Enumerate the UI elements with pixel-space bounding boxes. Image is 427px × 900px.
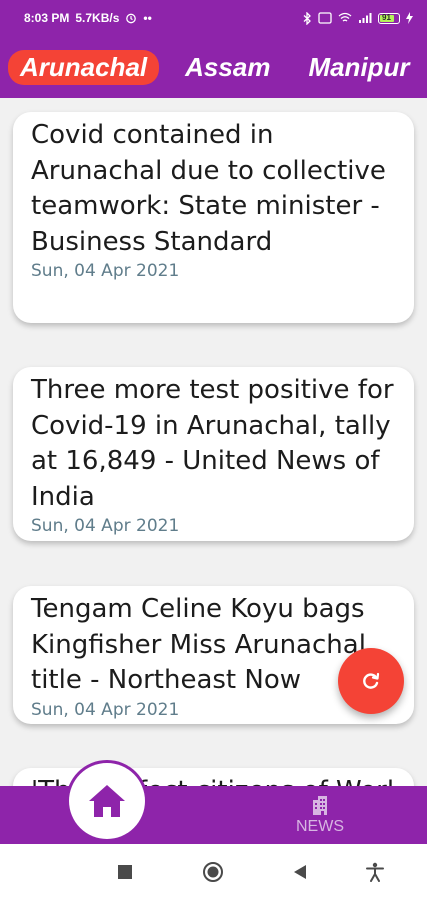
charging-icon bbox=[406, 12, 413, 24]
battery-icon: 91 bbox=[378, 12, 400, 24]
signal-icon bbox=[359, 13, 372, 23]
tab-arunachal[interactable]: Arunachal bbox=[8, 49, 160, 85]
status-speed: 5.7KB/s bbox=[75, 11, 120, 25]
circle-icon bbox=[203, 862, 223, 882]
tab-manipur[interactable]: Manipur bbox=[296, 50, 421, 85]
back-button[interactable] bbox=[288, 860, 312, 884]
building-icon bbox=[313, 796, 327, 815]
more-dots-icon: •• bbox=[143, 11, 152, 25]
news-card[interactable]: Covid contained in Arunachal due to coll… bbox=[13, 112, 414, 323]
system-nav-bar bbox=[0, 844, 427, 900]
bluetooth-icon bbox=[303, 11, 311, 25]
back-triangle-icon bbox=[294, 865, 306, 879]
bottom-nav bbox=[0, 786, 427, 844]
accessibility-button[interactable] bbox=[363, 860, 387, 884]
refresh-button[interactable] bbox=[338, 648, 404, 714]
news-card-date: Sun, 04 Apr 2021 bbox=[31, 261, 180, 281]
wifi-calling-icon bbox=[318, 12, 332, 24]
region-tabs: Arunachal Assam Manipur bbox=[0, 36, 427, 98]
home-system-button[interactable] bbox=[201, 860, 225, 884]
home-button[interactable] bbox=[66, 760, 148, 842]
news-card-title: Three more test positive for Covid-19 in… bbox=[31, 375, 394, 512]
status-bar: 8:03 PM 5.7KB/s •• 91 bbox=[0, 0, 427, 36]
news-tab-label: NEWS bbox=[296, 818, 344, 835]
news-tab[interactable]: NEWS bbox=[284, 790, 356, 840]
status-time: 8:03 PM bbox=[24, 11, 70, 25]
recents-button[interactable] bbox=[113, 860, 137, 884]
alarm-icon bbox=[126, 13, 137, 24]
news-card[interactable]: Three more test positive for Covid-19 in… bbox=[13, 367, 414, 541]
wifi-icon bbox=[338, 12, 352, 22]
square-icon bbox=[118, 865, 132, 879]
accessibility-icon bbox=[366, 862, 384, 882]
tab-assam[interactable]: Assam bbox=[173, 50, 282, 85]
news-card-title: Covid contained in Arunachal due to coll… bbox=[31, 120, 386, 257]
battery-level: 91 bbox=[382, 12, 391, 22]
home-icon bbox=[89, 785, 125, 817]
refresh-icon bbox=[363, 672, 380, 689]
news-card-date: Sun, 04 Apr 2021 bbox=[31, 516, 180, 536]
news-card-date: Sun, 04 Apr 2021 bbox=[31, 699, 180, 720]
